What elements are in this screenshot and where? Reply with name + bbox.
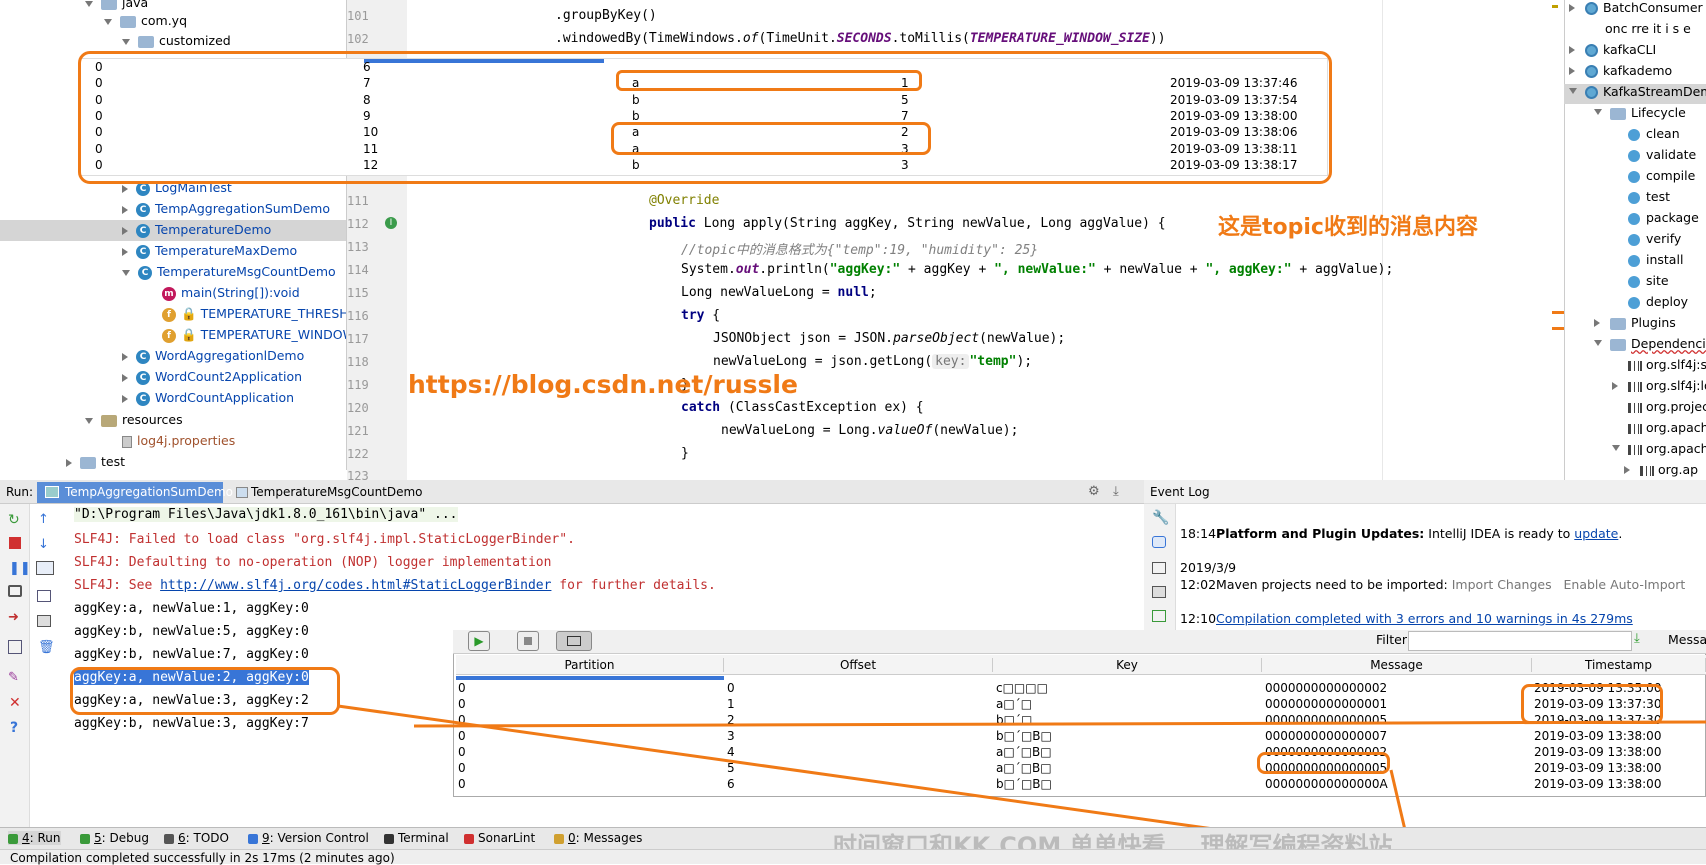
tool-tab-number: 5 [94, 831, 102, 845]
todo-icon [164, 833, 174, 844]
tool-tab-label: : TODO [185, 831, 229, 845]
tool-tab-label: SonarLint [478, 831, 536, 845]
version-control-icon [248, 833, 258, 844]
tool-tab-label: : Run [29, 831, 61, 845]
messages-icon [554, 833, 564, 844]
tool-tab[interactable]: 9: Version Control [248, 831, 369, 845]
tool-tab-number: 4 [22, 831, 30, 845]
tool-tab[interactable]: SonarLint [464, 831, 535, 845]
tool-tab-number: 0 [568, 831, 576, 845]
run-icon [8, 833, 18, 844]
tool-tab[interactable]: Terminal [384, 831, 449, 845]
status-text: Compilation completed successfully in 2s… [10, 851, 395, 865]
tool-tab-number: 6 [178, 831, 186, 845]
tool-tab[interactable]: 4: Run [8, 831, 61, 845]
arrow-line [1389, 769, 1407, 831]
tool-tab-label: : Debug [101, 831, 149, 845]
arrow-line [413, 720, 1706, 728]
tool-tab-label: Terminal [398, 831, 449, 845]
terminal-icon [384, 833, 394, 844]
tool-tab[interactable]: 5: Debug [80, 831, 149, 845]
tool-tab-label: : Version Control [269, 831, 369, 845]
tool-tab[interactable]: 6: TODO [164, 831, 229, 845]
debug-icon [80, 833, 90, 844]
sonarlint-icon [464, 833, 474, 844]
tool-tab-label: : Messages [575, 831, 643, 845]
tool-tab-number: 9 [262, 831, 270, 845]
annotation-arrows [337, 704, 1706, 860]
tool-tab[interactable]: 0: Messages [554, 831, 642, 845]
